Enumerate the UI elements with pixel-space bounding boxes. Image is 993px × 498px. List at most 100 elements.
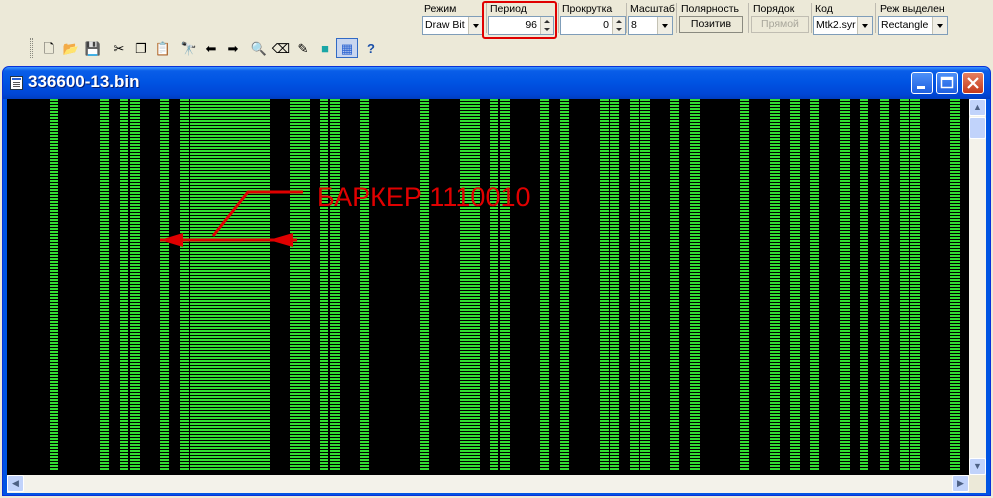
order-group: Порядок Прямой <box>751 3 811 35</box>
select-mode-select[interactable]: Rectangle <box>878 16 948 35</box>
bit-column <box>950 99 960 471</box>
window-titlebar[interactable]: 336600-13.bin <box>3 67 990 99</box>
code-label: Код <box>815 3 833 15</box>
arrow-left-icon[interactable]: ⬅ <box>200 38 222 58</box>
bit-column <box>670 99 679 471</box>
scrollbar-corner <box>969 475 986 493</box>
minimize-button[interactable] <box>911 72 933 94</box>
scroll-thumb[interactable] <box>969 117 986 139</box>
bit-view[interactable]: БАРКЕР 1110010 ▲ ▼ ◀ ▶ <box>7 99 986 493</box>
toolbar-grip[interactable] <box>30 38 33 58</box>
bit-column <box>900 99 909 471</box>
order-label: Порядок <box>753 3 795 15</box>
help-icon[interactable]: ? <box>360 38 382 58</box>
pencil-icon[interactable]: ✎ <box>292 38 314 58</box>
maximize-button[interactable] <box>936 72 958 94</box>
zoom-icon[interactable]: 🔍 <box>248 38 270 58</box>
polarity-group: Полярность Позитив <box>679 3 747 35</box>
chevron-down-icon[interactable] <box>932 17 947 34</box>
bit-column <box>240 99 250 471</box>
bit-column <box>790 99 800 471</box>
copy-icon[interactable]: ❐ <box>130 38 152 58</box>
scroll-up-button[interactable]: ▲ <box>969 99 986 116</box>
document-window: 336600-13.bin БАРКЕР 1110010 ▲ ▼ ◀ ▶ <box>2 66 991 496</box>
maximize-icon <box>940 76 954 89</box>
bit-column <box>50 99 58 471</box>
scroll-right-button[interactable]: ▶ <box>952 475 969 492</box>
scale-value: 8 <box>631 19 637 31</box>
separator <box>676 3 677 33</box>
cut-icon[interactable]: ✂ <box>108 38 130 58</box>
chevron-down-icon[interactable] <box>857 17 872 34</box>
bit-column <box>500 99 510 471</box>
new-file-icon[interactable]: 🗋 <box>38 38 60 58</box>
document-icon[interactable] <box>10 76 23 90</box>
bit-column <box>230 99 240 471</box>
scroll-input[interactable]: 0 <box>560 16 626 35</box>
mode-group: Режим Draw Bit <box>422 3 484 35</box>
chevron-down-icon[interactable] <box>657 17 672 34</box>
scroll-value: 0 <box>603 19 609 31</box>
mode-select[interactable]: Draw Bit <box>422 16 484 35</box>
code-select[interactable]: Mtk2.syr <box>813 16 873 35</box>
select-mode-label: Реж выделен <box>880 3 945 15</box>
bit-column <box>840 99 850 471</box>
arrow-right-icon <box>269 233 293 247</box>
rectangle-icon[interactable]: ■ <box>314 38 336 58</box>
period-highlight-box <box>482 1 557 39</box>
scroll-down-button[interactable]: ▼ <box>969 458 986 475</box>
mode-label: Режим <box>424 3 457 15</box>
bit-column <box>360 99 369 471</box>
vertical-scrollbar[interactable]: ▲ ▼ <box>969 99 986 475</box>
arrow-right-icon[interactable]: ➡ <box>222 38 244 58</box>
bit-column <box>740 99 749 471</box>
scroll-spinner[interactable] <box>612 17 625 34</box>
bit-column <box>490 99 498 471</box>
icon-toolbar: 🗋 📂 💾 ✂ ❐ 📋 🔭 ⬅ ➡ 🔍 ⌫ ✎ ■ ▦? <box>30 36 382 60</box>
eraser-icon[interactable]: ⌫ <box>270 38 292 58</box>
find-icon[interactable]: 🔭 <box>178 38 200 58</box>
scale-label: Масштаб <box>630 3 675 15</box>
bit-column <box>180 99 189 471</box>
chevron-down-icon[interactable] <box>468 17 483 34</box>
bit-column <box>630 99 639 471</box>
bit-column <box>690 99 700 471</box>
mode-value: Draw Bit <box>425 19 465 31</box>
bit-column <box>560 99 569 471</box>
separator <box>748 3 749 33</box>
bit-column <box>210 99 220 471</box>
bit-column <box>190 99 200 471</box>
separator <box>811 3 812 33</box>
open-folder-icon[interactable]: 📂 <box>60 38 82 58</box>
bit-pattern-canvas[interactable]: БАРКЕР 1110010 <box>7 99 969 475</box>
polarity-button[interactable]: Позитив <box>679 16 743 33</box>
paste-icon[interactable]: 📋 <box>152 38 174 58</box>
order-button[interactable]: Прямой <box>751 16 809 33</box>
scroll-label: Прокрутка <box>562 3 613 15</box>
bit-column <box>540 99 549 471</box>
bit-column <box>460 99 470 471</box>
bit-column <box>120 99 128 471</box>
bit-column <box>470 99 480 471</box>
bit-column <box>880 99 889 471</box>
bit-column <box>610 99 619 471</box>
minimize-icon <box>917 86 925 89</box>
bit-column <box>770 99 780 471</box>
code-group: Код Mtk2.syr <box>813 3 875 35</box>
select-mode-value: Rectangle <box>881 19 929 31</box>
close-button[interactable] <box>962 72 984 94</box>
bit-column <box>130 99 140 471</box>
scroll-left-button[interactable]: ◀ <box>7 475 24 492</box>
grid-icon[interactable]: ▦ <box>336 38 358 58</box>
bit-column <box>260 99 270 471</box>
bit-column <box>810 99 819 471</box>
scale-select[interactable]: 8 <box>628 16 673 35</box>
scroll-group: Прокрутка 0 <box>560 3 626 35</box>
bit-column <box>200 99 210 471</box>
window-title: 336600-13.bin <box>28 72 140 91</box>
bit-column <box>220 99 230 471</box>
horizontal-scrollbar[interactable]: ◀ ▶ <box>7 475 969 493</box>
separator <box>558 3 559 33</box>
save-icon[interactable]: 💾 <box>82 38 104 58</box>
bit-column <box>330 99 340 471</box>
